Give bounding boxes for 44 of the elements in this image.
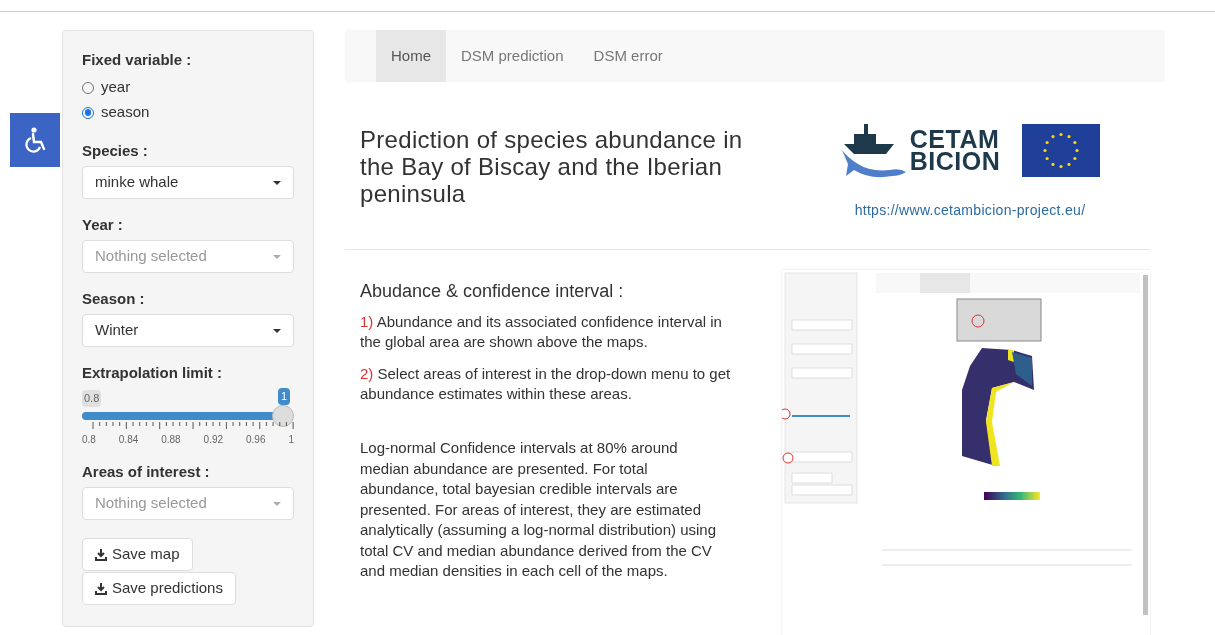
logo-text: CETAM [909,128,1001,150]
nav-tab[interactable]: DSM prediction [446,30,579,82]
nav-tab[interactable]: Home [376,30,446,82]
website-link[interactable]: https://www.cetambicion-project.eu/ [854,200,1086,221]
tick-label: 0.84 [118,433,139,447]
save-button[interactable]: Save map [82,538,193,571]
accessibility-button[interactable] [10,113,60,167]
tick-label: 0.96 [246,433,266,447]
caret-icon [273,501,281,506]
selected-value: minke whale [95,172,179,193]
slider-min-label: 0.8 [82,390,102,407]
page-title: Prediction of species abundance in the Bay of Biscay and the Iberian peninsula [360,126,744,207]
tick-label: 1 [288,433,294,447]
section-heading: Abudance & confidence interval : [360,280,625,302]
field-label: Species : [82,142,149,160]
slider-value-label: 1 [278,388,291,405]
selected-value: Winter [95,320,139,341]
instruction-text: 1) Abundance and its associated confidence interval in the global area are shown above the maps. [360,312,723,352]
description-text: Log-normal Confidence intervals at 80% around median abundance are presented. For total abundance, total bayesian credible intervals are presented. For areas of interest, they are estimated analytically (assuming a log-normal distribution) using total CV and median abundance derived from the CV and median densities in each cell of the maps. [360,438,717,581]
eu-flag-icon [1022,123,1101,177]
caret-icon [273,328,281,333]
caret-icon [273,254,281,259]
download-icon [95,548,107,561]
field-label: Fixed variable : [82,51,193,69]
field-label: Year : [82,216,124,234]
instruction-text: 2) Select areas of interest in the drop-down menu to get abundance estimates within these areas. [360,364,732,404]
tick-label: 0.8 [82,433,96,447]
caret-icon [273,180,281,185]
radio-option[interactable]: year [82,75,294,100]
dropdown[interactable]: Winter [82,314,294,347]
dropdown[interactable]: minke whale [82,166,294,199]
placeholder-text: Nothing selected [95,246,207,267]
logo-text: BICION [909,150,1001,172]
slider-thumb[interactable] [272,405,294,427]
tick-label: 0.88 [161,433,181,447]
download-icon [95,582,107,595]
radio-option[interactable]: season [82,100,294,125]
save-button[interactable]: Save predictions [82,572,236,605]
field-label: Areas of interest : [82,463,211,481]
field-label: Extrapolation limit : [82,364,223,382]
nav-tab[interactable]: DSM error [578,30,678,82]
placeholder-text: Nothing selected [95,493,207,514]
tick-label: 0.92 [203,433,224,447]
field-label: Season : [82,290,146,308]
